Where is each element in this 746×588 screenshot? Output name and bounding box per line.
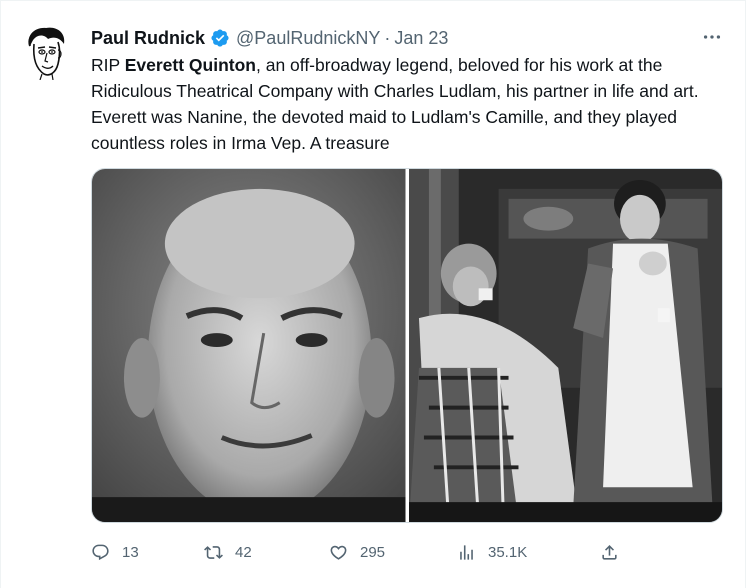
like-button[interactable]: 295 bbox=[329, 540, 385, 564]
reply-count: 13 bbox=[122, 543, 139, 561]
author-handle[interactable]: @PaulRudnickNY bbox=[236, 28, 380, 49]
tweet-text-part1: RIP bbox=[91, 55, 125, 75]
avatar[interactable] bbox=[22, 24, 70, 81]
stage-image bbox=[408, 169, 722, 522]
photo-portrait[interactable] bbox=[92, 169, 406, 522]
portrait-image bbox=[92, 169, 406, 522]
heart-icon bbox=[330, 545, 347, 560]
tweet-text-bold-name: Everett Quinton bbox=[124, 55, 256, 75]
action-bar: 13 42 295 35.1K bbox=[91, 540, 651, 564]
retweet-count: 42 bbox=[235, 543, 252, 561]
views-count: 35.1K bbox=[488, 543, 528, 561]
retweet-button[interactable]: 42 bbox=[204, 540, 252, 564]
photo-stage[interactable] bbox=[408, 169, 722, 522]
left-border bbox=[0, 0, 1, 588]
tweet-date[interactable]: Jan 23 bbox=[394, 28, 448, 49]
like-count: 295 bbox=[360, 543, 386, 561]
share-button[interactable] bbox=[600, 540, 619, 564]
top-border bbox=[0, 0, 746, 1]
verified-badge-icon bbox=[210, 28, 230, 48]
separator-dot: · bbox=[384, 27, 391, 48]
reply-button[interactable]: 13 bbox=[91, 540, 139, 564]
views-button[interactable]: 35.1K bbox=[457, 540, 527, 564]
avatar-caricature bbox=[28, 27, 65, 81]
tweet-text: RIP Everett Quinton, an off-broadway leg… bbox=[91, 52, 731, 156]
retweet-icon bbox=[204, 545, 223, 559]
tweet-header: Paul Rudnick @PaulRudnickNY · Jan 23 bbox=[91, 27, 716, 49]
reply-icon bbox=[92, 544, 109, 560]
author-name[interactable]: Paul Rudnick bbox=[91, 28, 205, 49]
views-icon bbox=[460, 544, 473, 560]
media-grid bbox=[91, 168, 723, 523]
more-icon[interactable] bbox=[700, 26, 724, 46]
share-icon bbox=[602, 544, 617, 560]
